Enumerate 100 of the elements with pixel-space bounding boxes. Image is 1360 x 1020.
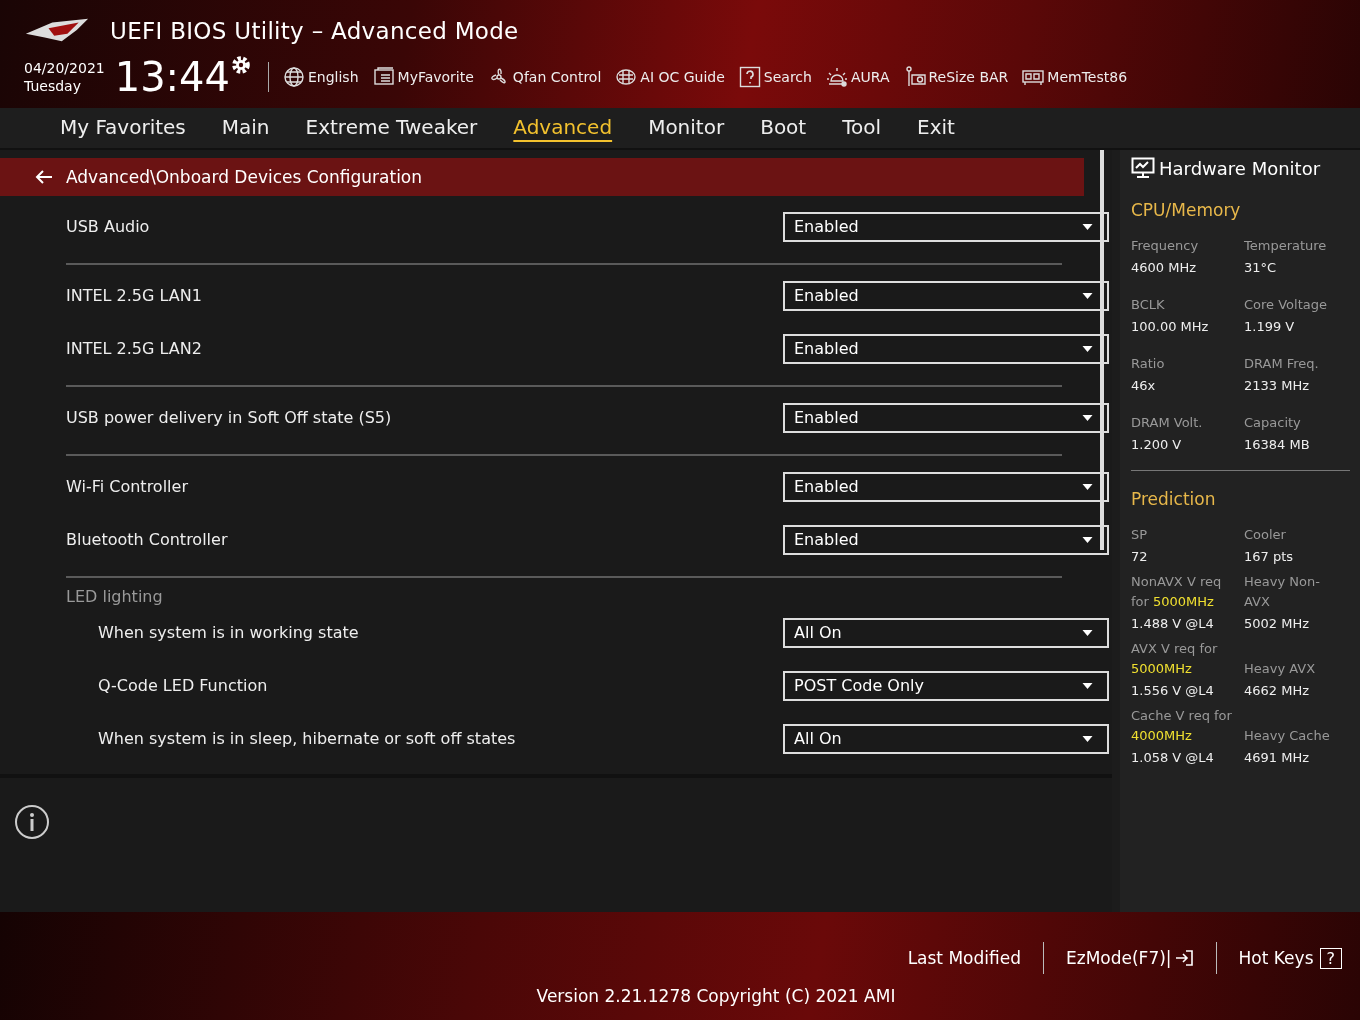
setting-label: INTEL 2.5G LAN2: [66, 339, 202, 358]
stat-label: Ratio: [1131, 355, 1166, 373]
caret-icon: [1082, 629, 1093, 636]
section-title: CPU/Memory: [1131, 200, 1242, 220]
stat-value: 1.200 V: [1131, 437, 1183, 452]
setting-label: Q-Code LED Function: [97, 676, 268, 695]
list-icon: [372, 66, 395, 88]
footer-button[interactable]: EzMode(F7)|: [1066, 948, 1194, 968]
footer-button[interactable]: Last Modified: [907, 948, 1021, 968]
menu-tab[interactable]: Advanced: [495, 108, 631, 148]
toolbar-button[interactable]: AURA: [825, 66, 890, 88]
stat-label: Heavy AVX: [1244, 660, 1317, 678]
caret-icon: [1082, 345, 1093, 352]
stat-value: 100.00 MHz: [1131, 319, 1210, 334]
section-title: Prediction: [1131, 489, 1217, 509]
info-icon: [14, 804, 50, 840]
stat-value: 46x: [1131, 378, 1157, 393]
dropdown[interactable]: Enabled: [783, 333, 1109, 364]
menu-tab[interactable]: Exit: [899, 108, 973, 148]
caret-icon: [1082, 682, 1093, 689]
lamp-icon: [825, 66, 848, 88]
stat-label: AVX V req for 5000MHz: [1131, 640, 1219, 678]
settings-icon[interactable]: [230, 54, 252, 76]
setting-label: When system is in sleep, hibernate or soft off states: [97, 729, 516, 748]
day-text: Tuesday: [24, 77, 82, 95]
toolbar-button[interactable]: MemTest86: [1022, 66, 1128, 88]
stat-value: 4600 MHz: [1131, 260, 1198, 275]
stat-label: DRAM Freq.: [1244, 355, 1320, 373]
dropdown[interactable]: Enabled: [783, 280, 1109, 311]
date-text: 04/20/2021: [24, 59, 105, 77]
menu-tab[interactable]: My Favorites: [42, 108, 204, 148]
toolbar-button[interactable]: Search: [738, 66, 812, 88]
panel-title: Hardware Monitor: [1159, 157, 1321, 179]
stat-label: DRAM Volt.: [1131, 414, 1204, 432]
stat-label: Cache V req for 4000MHz: [1131, 707, 1233, 745]
toolbar-button[interactable]: AI OC Guide: [615, 66, 725, 88]
caret-icon: [1082, 735, 1093, 742]
stat-label: SP: [1131, 526, 1149, 544]
dropdown[interactable]: All On: [783, 723, 1109, 754]
stat-value: 31°C: [1244, 260, 1278, 275]
card-icon: [903, 66, 926, 88]
stat-value: 167 pts: [1244, 549, 1295, 564]
dropdown[interactable]: POST Code Only: [783, 670, 1109, 701]
setting-label: Wi-Fi Controller: [66, 477, 188, 496]
stat-value: 16384 MB: [1244, 437, 1311, 452]
setting-label: USB power delivery in Soft Off state (S5): [66, 408, 392, 427]
breadcrumb-path: Advanced\Onboard Devices Configuration: [66, 167, 423, 187]
stat-value: 2133 MHz: [1244, 378, 1311, 393]
menu-tab[interactable]: Boot: [742, 108, 825, 148]
dropdown[interactable]: Enabled: [783, 211, 1109, 242]
stat-label: Core Voltage: [1244, 296, 1328, 314]
stat-value: 5002 MHz: [1244, 616, 1311, 631]
stat-value: 1.199 V: [1244, 319, 1296, 334]
toolbar-button[interactable]: MyFavorite: [372, 66, 474, 88]
globe-icon: [283, 66, 305, 88]
stat-value: 1.488 V @L4: [1131, 616, 1215, 631]
menu-tab[interactable]: Main: [203, 108, 288, 148]
stat-value: 72: [1131, 549, 1149, 564]
footer-button[interactable]: Hot Keys ?: [1238, 947, 1342, 969]
stat-label: NonAVX V req for 5000MHz: [1131, 573, 1223, 611]
stat-value: 1.556 V @L4: [1131, 683, 1215, 698]
help-key-icon: ?: [1319, 947, 1342, 969]
dropdown[interactable]: Enabled: [783, 402, 1109, 433]
stat-value: 4662 MHz: [1244, 683, 1311, 698]
help-icon: [738, 66, 761, 88]
caret-icon: [1082, 414, 1093, 421]
clock-time: 13:44: [114, 55, 230, 99]
menu-tab[interactable]: Monitor: [630, 108, 743, 148]
stat-value: 1.058 V @L4: [1131, 750, 1215, 765]
dropdown[interactable]: All On: [783, 617, 1109, 648]
toolbar-button[interactable]: Qfan Control: [487, 66, 602, 88]
back-arrow-icon[interactable]: [34, 169, 54, 185]
window-title: UEFI BIOS Utility – Advanced Mode: [110, 18, 519, 44]
setting-label: Bluetooth Controller: [66, 530, 228, 549]
stat-label: Heavy Cache: [1244, 727, 1331, 745]
version-text: Version 2.21.1278 Copyright (C) 2021 AMI: [536, 986, 896, 1006]
breadcrumb-bar[interactable]: Advanced\Onboard Devices Configuration: [0, 158, 1084, 196]
stat-label: Capacity: [1244, 414, 1302, 432]
section-heading: LED lighting: [66, 587, 163, 606]
caret-icon: [1082, 292, 1093, 299]
toolbar-button[interactable]: ReSize BAR: [903, 66, 1009, 88]
setting-label: When system is in working state: [97, 623, 359, 642]
stat-value: 4691 MHz: [1244, 750, 1311, 765]
setting-label: INTEL 2.5G LAN1: [66, 286, 202, 305]
stat-label: Cooler: [1244, 526, 1287, 544]
setting-label: USB Audio: [66, 217, 150, 236]
chip-icon: [615, 66, 638, 88]
menu-tab[interactable]: Tool: [824, 108, 900, 148]
dropdown[interactable]: Enabled: [783, 524, 1109, 555]
toolbar-button[interactable]: English: [283, 66, 359, 88]
scrollbar[interactable]: [1100, 150, 1104, 550]
dropdown[interactable]: Enabled: [783, 471, 1109, 502]
menu-tab[interactable]: Extreme Tweaker: [287, 108, 496, 148]
caret-icon: [1082, 483, 1093, 490]
stat-label: Temperature: [1244, 237, 1328, 255]
stat-label: Frequency: [1131, 237, 1200, 255]
caret-icon: [1082, 223, 1093, 230]
stat-label: BCLK: [1131, 296, 1166, 314]
stat-label: Heavy Non-AVX: [1244, 573, 1321, 611]
exit-icon: [1173, 948, 1194, 968]
